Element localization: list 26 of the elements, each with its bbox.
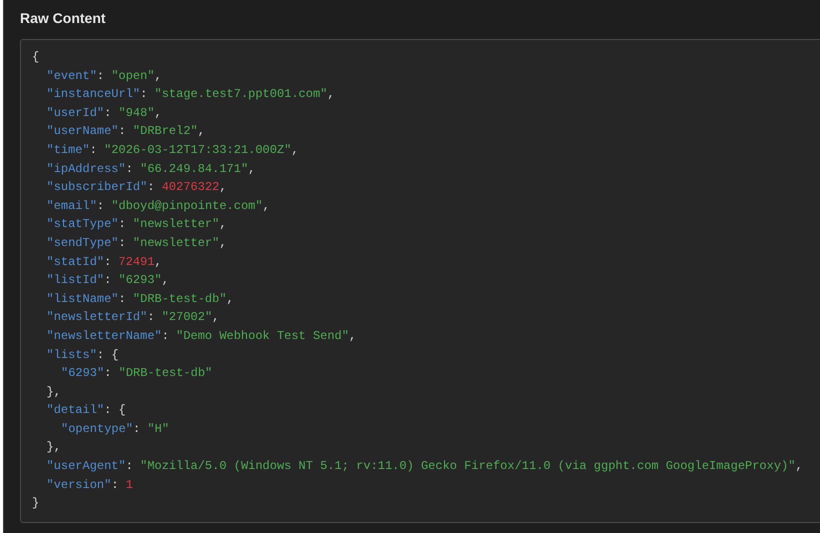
code-line: { [32,49,40,66]
code-line: } [32,495,40,512]
section-title: Raw Content [20,9,106,27]
code-line: "opentype": "H" [61,420,170,438]
code-line: "listId": "6293", [46,272,169,290]
code-line: "userName": "DRBrel2", [46,123,205,140]
code-line: "ipAddress": "66.249.84.171", [46,160,256,178]
code-line: }, [46,439,61,456]
code-line: "instanceUrl": "stage.test7.ppt001.com", [46,86,335,104]
code-line: "event": "open", [46,68,162,85]
code-line: "6293": "DRB-test-db" [61,365,212,382]
code-line: "statId": 72491, [46,254,162,271]
code-line: "userAgent": "Mozilla/5.0 (Windows NT 5.1; rv:11.0) Gecko Firefox/11.0 (via ggpht.com GoogleImageProxy)", [46,458,803,476]
code-line: "time": "2026-03-12T17:33:21.000Z", [46,142,299,159]
code-line: "sendType": "newsletter", [46,234,227,252]
code-line: "subscriberId": 40276322, [46,179,227,196]
code-line: "email": "dboyd@pinpointe.com", [46,198,270,215]
code-line: "detail": { [46,402,126,420]
code-line: "statType": "newsletter", [46,216,227,234]
code-line: "newsletterName": "Demo Webhook Test Send", [46,328,356,345]
code-line: "lists": { [46,346,119,364]
code-line: "listName": "DRB-test-db", [46,290,234,308]
code-line: "userId": "948", [46,104,162,122]
code-line: "version": 1 [46,476,133,494]
code-line: }, [46,384,61,401]
code-line: "newsletterId": "27002", [46,309,220,326]
